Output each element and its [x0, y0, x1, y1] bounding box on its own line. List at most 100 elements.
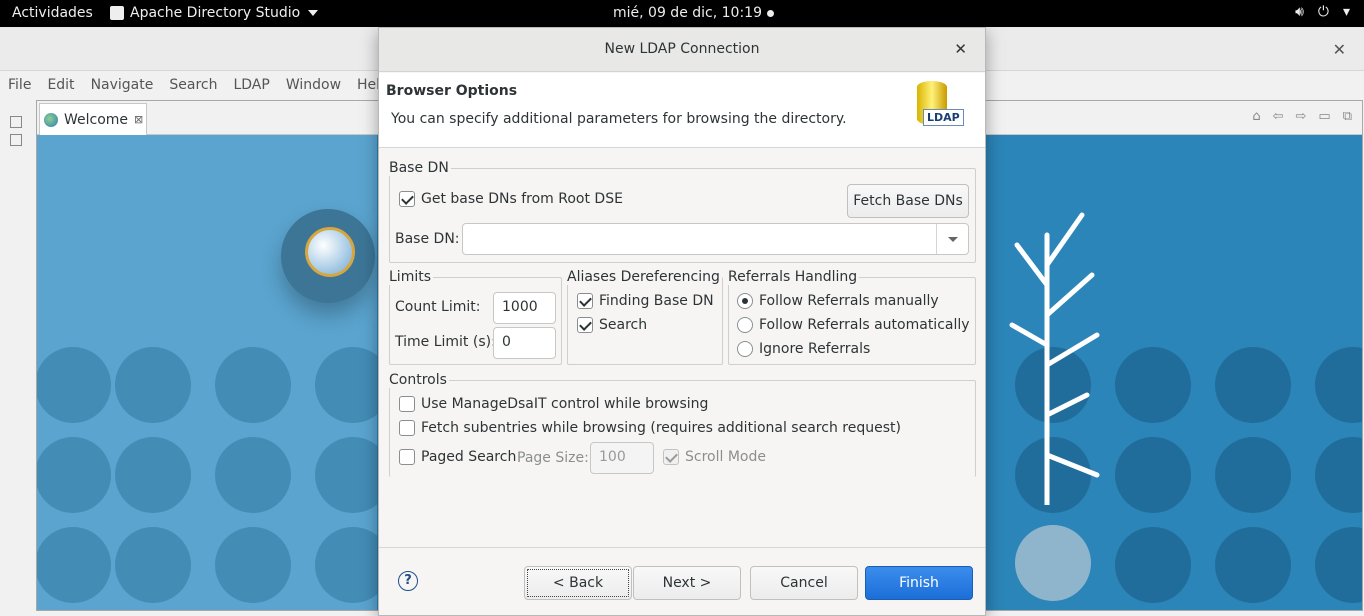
menu-ldap[interactable]: LDAP: [225, 72, 277, 100]
forward-arrow-icon[interactable]: ⇨: [1296, 109, 1307, 124]
home-icon[interactable]: ⌂: [1252, 109, 1260, 124]
app-menu[interactable]: Apache Directory Studio: [110, 5, 319, 21]
radio-selected-icon: [737, 293, 753, 309]
minimize-icon[interactable]: ▭: [1318, 109, 1330, 124]
tab-welcome[interactable]: Welcome ⊠: [39, 103, 147, 135]
search-checkbox[interactable]: Search: [577, 317, 647, 333]
menu-bar: File Edit Navigate Search LDAP Window He…: [0, 72, 388, 100]
decorative-circle: [37, 347, 111, 423]
menu-window[interactable]: Window: [278, 72, 349, 100]
ignore-referrals-radio[interactable]: Ignore Referrals: [737, 341, 870, 357]
left-trim-stack: [6, 110, 28, 152]
app-icon: [110, 6, 124, 20]
workbench-button[interactable]: [1015, 525, 1091, 601]
menu-file[interactable]: File: [0, 72, 39, 100]
base-dn-label: Base DN:: [395, 231, 460, 247]
decorative-circle: [1315, 527, 1362, 603]
decorative-circle: [1315, 437, 1362, 513]
chevron-down-icon: [308, 10, 319, 16]
menu-edit[interactable]: Edit: [39, 72, 82, 100]
finding-base-dn-label: Finding Base DN: [599, 293, 714, 309]
menu-search[interactable]: Search: [161, 72, 225, 100]
menu-navigate[interactable]: Navigate: [83, 72, 162, 100]
overview-globe-button[interactable]: [281, 209, 375, 303]
radio-unselected-icon: [737, 341, 753, 357]
aliases-group-label: Aliases Dereferencing: [567, 269, 722, 285]
page-title: Browser Options: [386, 83, 518, 99]
checkbox-checked-icon: [577, 317, 593, 333]
follow-referrals-manually-radio[interactable]: Follow Referrals manually: [737, 293, 939, 309]
wizard-header: Browser Options You can specify addition…: [379, 73, 985, 148]
base-dn-group-label: Base DN: [389, 160, 451, 176]
scroll-mode-checkbox[interactable]: Scroll Mode: [663, 449, 766, 465]
ignore-referrals-label: Ignore Referrals: [759, 341, 871, 357]
close-icon[interactable]: ⊠: [134, 113, 143, 126]
time-limit-label: Time Limit (s):: [395, 334, 496, 350]
checkbox-checked-icon: [399, 191, 415, 207]
checkbox-checked-icon: [577, 293, 593, 309]
tree-illustration: [1009, 212, 1100, 505]
manage-dsa-it-label: Use ManageDsaIT control while browsing: [421, 396, 709, 412]
paged-search-label: Paged Search: [421, 449, 517, 465]
count-limit-input[interactable]: 1000: [493, 292, 556, 324]
back-arrow-icon[interactable]: ⇦: [1273, 109, 1284, 124]
finish-button[interactable]: Finish: [865, 566, 973, 600]
count-limit-label: Count Limit:: [395, 299, 481, 315]
system-menu[interactable]: 🔊︎ ⏻ ▾: [1295, 4, 1350, 20]
connections-view-icon[interactable]: [10, 134, 22, 146]
close-icon[interactable]: ✕: [954, 28, 967, 71]
limits-group-label: Limits: [389, 269, 433, 285]
checkbox-unchecked-icon: [399, 420, 415, 436]
new-ldap-connection-dialog: New LDAP Connection ✕ Browser Options Yo…: [378, 27, 986, 616]
app-name: Apache Directory Studio: [130, 5, 301, 21]
dialog-titlebar: New LDAP Connection ✕: [379, 28, 985, 72]
system-top-bar: Actividades Apache Directory Studio mié,…: [0, 0, 1364, 27]
tab-welcome-label: Welcome: [64, 111, 129, 128]
volume-icon: 🔊︎: [1295, 4, 1304, 20]
ldap-database-icon: LDAP: [909, 77, 979, 137]
back-button[interactable]: < Back: [524, 566, 632, 600]
decorative-circle: [1215, 347, 1291, 423]
get-base-dns-checkbox[interactable]: Get base DNs from Root DSE: [399, 191, 623, 207]
decorative-circle: [1115, 437, 1191, 513]
decorative-circle: [37, 527, 111, 603]
page-description: You can specify additional parameters fo…: [391, 111, 847, 127]
close-icon[interactable]: ✕: [1333, 40, 1346, 59]
help-icon[interactable]: ?: [398, 571, 418, 591]
chevron-down-icon[interactable]: [936, 224, 968, 254]
decorative-circle: [215, 437, 291, 513]
decorative-circle: [215, 347, 291, 423]
cancel-button[interactable]: Cancel: [750, 566, 858, 600]
fetch-subentries-label: Fetch subentries while browsing (require…: [421, 420, 901, 436]
notification-dot-icon: [766, 9, 774, 17]
decorative-circle: [115, 437, 191, 513]
page-size-input[interactable]: 100: [590, 442, 654, 474]
base-dn-combo[interactable]: [462, 223, 969, 255]
decorative-circle: [1115, 527, 1191, 603]
maximize-icon[interactable]: ⧉: [1343, 109, 1352, 124]
restore-icon[interactable]: [10, 116, 22, 128]
time-limit-input[interactable]: 0: [493, 327, 556, 359]
clock[interactable]: mié, 09 de dic, 10:19: [613, 5, 774, 21]
decorative-circle: [115, 347, 191, 423]
fetch-base-dns-button[interactable]: Fetch Base DNs: [847, 184, 969, 218]
next-button[interactable]: Next >: [633, 566, 741, 600]
manage-dsa-it-checkbox[interactable]: Use ManageDsaIT control while browsing: [399, 396, 708, 412]
button-bar-separator: [379, 547, 985, 548]
decorative-circle: [115, 527, 191, 603]
get-base-dns-label: Get base DNs from Root DSE: [421, 191, 623, 207]
globe-icon: [44, 112, 58, 127]
search-label: Search: [599, 317, 648, 333]
ldap-icon-label: LDAP: [923, 109, 964, 126]
referrals-group-label: Referrals Handling: [728, 269, 860, 285]
finding-base-dn-checkbox[interactable]: Finding Base DN: [577, 293, 714, 309]
decorative-circle: [1215, 437, 1291, 513]
fetch-subentries-checkbox[interactable]: Fetch subentries while browsing (require…: [399, 420, 901, 436]
decorative-circle: [1215, 527, 1291, 603]
checkbox-unchecked-icon: [399, 449, 415, 465]
activities-button[interactable]: Actividades: [12, 5, 93, 21]
follow-referrals-automatically-radio[interactable]: Follow Referrals automatically: [737, 317, 970, 333]
chevron-down-icon: ▾: [1342, 4, 1350, 20]
paged-search-checkbox[interactable]: Paged Search: [399, 449, 516, 465]
checkbox-unchecked-icon: [399, 396, 415, 412]
